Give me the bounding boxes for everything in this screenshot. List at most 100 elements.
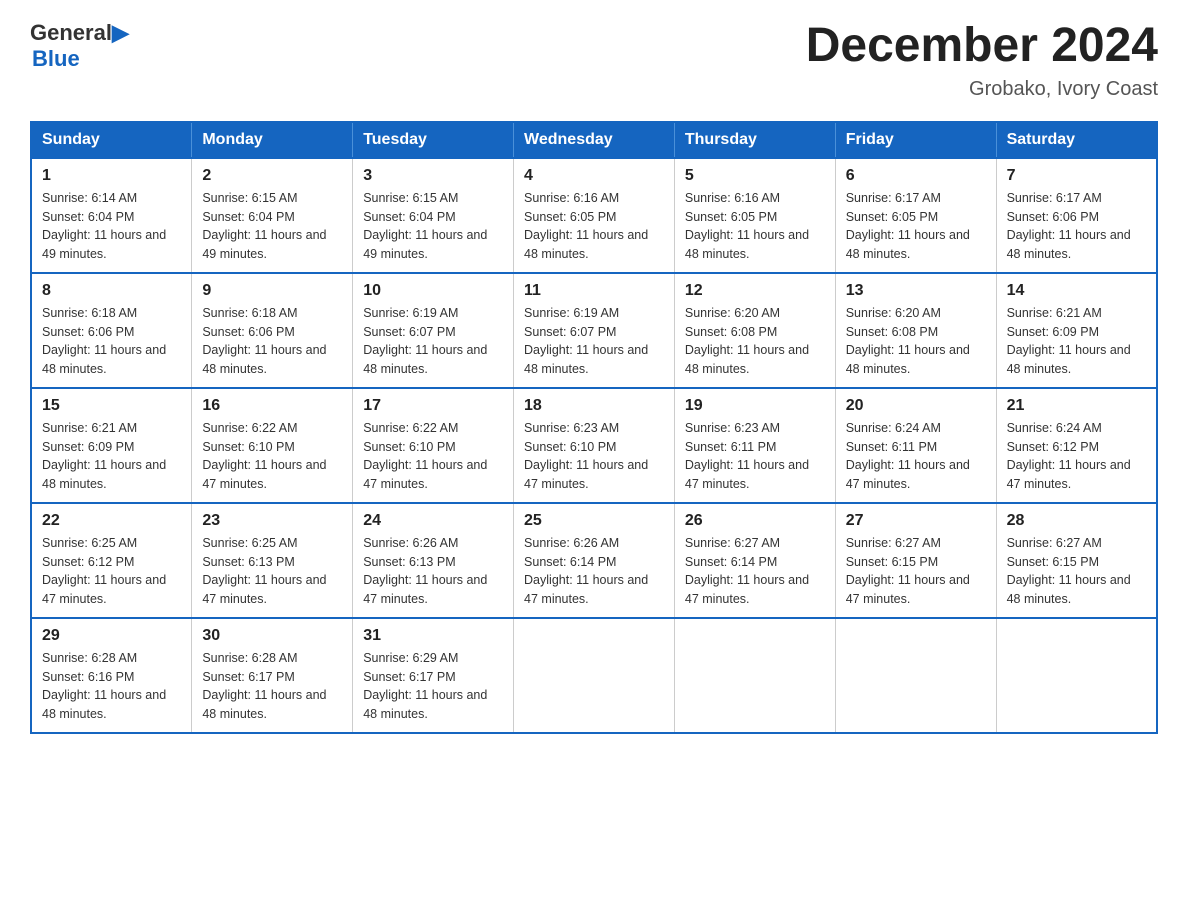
day-info: Sunrise: 6:25 AMSunset: 6:13 PMDaylight:… [202, 534, 342, 609]
day-info: Sunrise: 6:21 AMSunset: 6:09 PMDaylight:… [1007, 304, 1146, 379]
day-info: Sunrise: 6:17 AMSunset: 6:05 PMDaylight:… [846, 189, 986, 264]
calendar-body: 1Sunrise: 6:14 AMSunset: 6:04 PMDaylight… [31, 158, 1157, 733]
day-number: 7 [1007, 167, 1146, 185]
calendar-cell: 11 Sunrise: 6:19 AMSunset: 6:07 PMDayligh… [514, 273, 675, 388]
week-row-1: 1Sunrise: 6:14 AMSunset: 6:04 PMDaylight… [31, 158, 1157, 273]
day-info: Sunrise: 6:25 AMSunset: 6:12 PMDaylight:… [42, 534, 181, 609]
day-number: 2 [202, 167, 342, 185]
calendar-cell [996, 618, 1157, 733]
week-row-5: 29Sunrise: 6:28 AMSunset: 6:16 PMDayligh… [31, 618, 1157, 733]
calendar-cell [835, 618, 996, 733]
day-number: 26 [685, 512, 825, 530]
calendar-cell [674, 618, 835, 733]
day-info: Sunrise: 6:27 AMSunset: 6:15 PMDaylight:… [1007, 534, 1146, 609]
page-header: General▶ Blue December 2024 Grobako, Ivo… [30, 20, 1158, 101]
calendar-cell: 4Sunrise: 6:16 AMSunset: 6:05 PMDaylight… [514, 158, 675, 273]
day-number: 5 [685, 167, 825, 185]
day-info: Sunrise: 6:15 AMSunset: 6:04 PMDaylight:… [363, 189, 503, 264]
day-info: Sunrise: 6:16 AMSunset: 6:05 PMDaylight:… [685, 189, 825, 264]
day-info: Sunrise: 6:28 AMSunset: 6:17 PMDaylight:… [202, 649, 342, 724]
day-info: Sunrise: 6:23 AMSunset: 6:11 PMDaylight:… [685, 419, 825, 494]
day-header-wednesday: Wednesday [514, 122, 675, 158]
day-number: 28 [1007, 512, 1146, 530]
day-info: Sunrise: 6:20 AMSunset: 6:08 PMDaylight:… [846, 304, 986, 379]
day-number: 23 [202, 512, 342, 530]
day-info: Sunrise: 6:24 AMSunset: 6:12 PMDaylight:… [1007, 419, 1146, 494]
calendar-cell: 30 Sunrise: 6:28 AMSunset: 6:17 PMDayligh… [192, 618, 353, 733]
day-number: 15 [42, 397, 181, 415]
calendar-cell: 5 Sunrise: 6:16 AMSunset: 6:05 PMDaylight… [674, 158, 835, 273]
calendar-cell: 9Sunrise: 6:18 AMSunset: 6:06 PMDaylight… [192, 273, 353, 388]
calendar-cell: 28 Sunrise: 6:27 AMSunset: 6:15 PMDayligh… [996, 503, 1157, 618]
logo-blue-text: Blue [32, 46, 80, 72]
calendar-cell: 21 Sunrise: 6:24 AMSunset: 6:12 PMDayligh… [996, 388, 1157, 503]
day-number: 13 [846, 282, 986, 300]
calendar-cell: 27 Sunrise: 6:27 AMSunset: 6:15 PMDayligh… [835, 503, 996, 618]
day-info: Sunrise: 6:22 AMSunset: 6:10 PMDaylight:… [363, 419, 503, 494]
calendar-table: SundayMondayTuesdayWednesdayThursdayFrid… [30, 121, 1158, 734]
day-number: 20 [846, 397, 986, 415]
calendar-cell: 17 Sunrise: 6:22 AMSunset: 6:10 PMDayligh… [353, 388, 514, 503]
calendar-cell [514, 618, 675, 733]
day-number: 10 [363, 282, 503, 300]
day-info: Sunrise: 6:18 AMSunset: 6:06 PMDaylight:… [202, 304, 342, 379]
day-number: 11 [524, 282, 664, 300]
day-header-thursday: Thursday [674, 122, 835, 158]
day-number: 12 [685, 282, 825, 300]
day-info: Sunrise: 6:18 AMSunset: 6:06 PMDaylight:… [42, 304, 181, 379]
day-number: 4 [524, 167, 664, 185]
logo-arrow-icon: ▶ [112, 20, 129, 46]
day-number: 24 [363, 512, 503, 530]
day-headers-row: SundayMondayTuesdayWednesdayThursdayFrid… [31, 122, 1157, 158]
calendar-cell: 13 Sunrise: 6:20 AMSunset: 6:08 PMDayligh… [835, 273, 996, 388]
page-title: December 2024 [806, 20, 1158, 73]
calendar-cell: 15 Sunrise: 6:21 AMSunset: 6:09 PMDayligh… [31, 388, 192, 503]
calendar-cell: 25 Sunrise: 6:26 AMSunset: 6:14 PMDayligh… [514, 503, 675, 618]
calendar-cell: 24 Sunrise: 6:26 AMSunset: 6:13 PMDayligh… [353, 503, 514, 618]
day-info: Sunrise: 6:17 AMSunset: 6:06 PMDaylight:… [1007, 189, 1146, 264]
day-info: Sunrise: 6:19 AMSunset: 6:07 PMDaylight:… [524, 304, 664, 379]
day-info: Sunrise: 6:23 AMSunset: 6:10 PMDaylight:… [524, 419, 664, 494]
day-number: 17 [363, 397, 503, 415]
day-info: Sunrise: 6:15 AMSunset: 6:04 PMDaylight:… [202, 189, 342, 264]
calendar-cell: 12Sunrise: 6:20 AMSunset: 6:08 PMDayligh… [674, 273, 835, 388]
calendar-cell: 16Sunrise: 6:22 AMSunset: 6:10 PMDayligh… [192, 388, 353, 503]
calendar-cell: 6 Sunrise: 6:17 AMSunset: 6:05 PMDaylight… [835, 158, 996, 273]
day-info: Sunrise: 6:27 AMSunset: 6:15 PMDaylight:… [846, 534, 986, 609]
day-header-tuesday: Tuesday [353, 122, 514, 158]
day-number: 25 [524, 512, 664, 530]
calendar-cell: 7 Sunrise: 6:17 AMSunset: 6:06 PMDaylight… [996, 158, 1157, 273]
day-info: Sunrise: 6:29 AMSunset: 6:17 PMDaylight:… [363, 649, 503, 724]
calendar-cell: 20 Sunrise: 6:24 AMSunset: 6:11 PMDayligh… [835, 388, 996, 503]
calendar-cell: 2 Sunrise: 6:15 AMSunset: 6:04 PMDaylight… [192, 158, 353, 273]
day-number: 27 [846, 512, 986, 530]
day-number: 3 [363, 167, 503, 185]
calendar-cell: 18 Sunrise: 6:23 AMSunset: 6:10 PMDayligh… [514, 388, 675, 503]
day-number: 30 [202, 627, 342, 645]
day-info: Sunrise: 6:28 AMSunset: 6:16 PMDaylight:… [42, 649, 181, 724]
calendar-cell: 31 Sunrise: 6:29 AMSunset: 6:17 PMDayligh… [353, 618, 514, 733]
logo: General▶ Blue [30, 20, 129, 72]
day-number: 6 [846, 167, 986, 185]
day-info: Sunrise: 6:26 AMSunset: 6:14 PMDaylight:… [524, 534, 664, 609]
day-number: 31 [363, 627, 503, 645]
day-info: Sunrise: 6:26 AMSunset: 6:13 PMDaylight:… [363, 534, 503, 609]
day-number: 8 [42, 282, 181, 300]
day-number: 14 [1007, 282, 1146, 300]
location-subtitle: Grobako, Ivory Coast [806, 78, 1158, 101]
day-info: Sunrise: 6:21 AMSunset: 6:09 PMDaylight:… [42, 419, 181, 494]
day-number: 18 [524, 397, 664, 415]
day-number: 16 [202, 397, 342, 415]
calendar-cell: 19Sunrise: 6:23 AMSunset: 6:11 PMDayligh… [674, 388, 835, 503]
calendar-cell: 1Sunrise: 6:14 AMSunset: 6:04 PMDaylight… [31, 158, 192, 273]
day-header-sunday: Sunday [31, 122, 192, 158]
calendar-cell: 22Sunrise: 6:25 AMSunset: 6:12 PMDayligh… [31, 503, 192, 618]
day-info: Sunrise: 6:27 AMSunset: 6:14 PMDaylight:… [685, 534, 825, 609]
calendar-cell: 29Sunrise: 6:28 AMSunset: 6:16 PMDayligh… [31, 618, 192, 733]
day-header-monday: Monday [192, 122, 353, 158]
day-info: Sunrise: 6:14 AMSunset: 6:04 PMDaylight:… [42, 189, 181, 264]
day-info: Sunrise: 6:24 AMSunset: 6:11 PMDaylight:… [846, 419, 986, 494]
calendar-header: SundayMondayTuesdayWednesdayThursdayFrid… [31, 122, 1157, 158]
day-number: 21 [1007, 397, 1146, 415]
calendar-cell: 3 Sunrise: 6:15 AMSunset: 6:04 PMDaylight… [353, 158, 514, 273]
